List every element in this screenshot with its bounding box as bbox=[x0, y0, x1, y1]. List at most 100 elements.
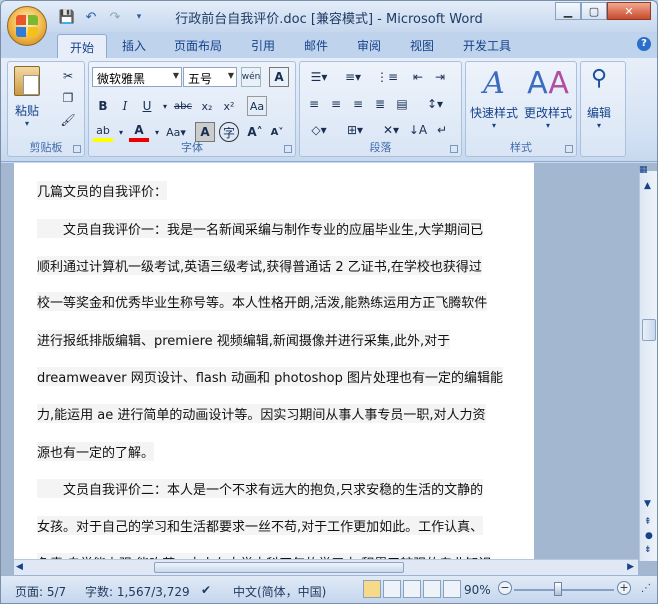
word-count[interactable]: 字数: 1,567/3,729 bbox=[85, 583, 190, 600]
paste-label: 粘贴 bbox=[14, 104, 39, 118]
tab-references[interactable]: 引用 bbox=[251, 37, 275, 54]
chevron-down-icon: ▼ bbox=[172, 71, 179, 80]
paste-icon bbox=[14, 66, 40, 96]
shading-icon[interactable]: ◇▾ bbox=[304, 120, 334, 140]
numbering-icon[interactable]: ≡▾ bbox=[338, 67, 368, 87]
font-name-combo[interactable]: 微软雅黑 ▼ bbox=[92, 67, 182, 87]
cut-icon[interactable]: ✂ bbox=[58, 66, 78, 86]
doc-line: 文员自我评价一：我是一名新闻采编与制作专业的应届毕业生,大学期间已 bbox=[37, 219, 484, 238]
styles-launcher-icon[interactable] bbox=[565, 145, 573, 153]
font-size-combo[interactable]: 五号 ▼ bbox=[183, 67, 237, 87]
styles-group-label: 样式 bbox=[510, 141, 532, 154]
proofing-icon[interactable]: ✔ bbox=[201, 583, 211, 597]
change-styles-label: 更改样式 bbox=[524, 106, 573, 120]
office-button[interactable] bbox=[7, 6, 47, 46]
wen-icon[interactable]: wén bbox=[241, 67, 261, 87]
tab-view[interactable]: 视图 bbox=[410, 37, 434, 54]
multilevel-list-icon[interactable]: ⋮≡ bbox=[372, 67, 402, 87]
clipboard-launcher-icon[interactable] bbox=[73, 145, 81, 153]
tab-home[interactable]: 开始 bbox=[57, 34, 108, 58]
clipboard-group: 粘贴 ▾ ✂ ❐ 🖌 剪贴板 bbox=[7, 61, 85, 157]
editing-label: 编辑 bbox=[587, 106, 612, 120]
zoom-level[interactable]: 90% bbox=[464, 583, 491, 597]
tab-developer[interactable]: 开发工具 bbox=[463, 37, 511, 54]
decrease-indent-icon[interactable]: ⇤ bbox=[408, 67, 428, 87]
font-name-value: 微软雅黑 bbox=[97, 72, 146, 86]
print-layout-icon[interactable] bbox=[363, 580, 381, 598]
quick-styles-button[interactable]: A 快速样式 ▾ bbox=[470, 66, 518, 130]
chevron-down-icon[interactable]: ▾ bbox=[155, 96, 175, 116]
scroll-thumb[interactable] bbox=[642, 319, 656, 341]
align-center-icon[interactable]: ≡ bbox=[326, 94, 346, 114]
language-indicator[interactable]: 中文(简体，中国) bbox=[233, 583, 326, 600]
previous-page-icon[interactable]: ⇞ bbox=[644, 517, 652, 527]
underline-icon[interactable]: U bbox=[137, 96, 157, 116]
editing-button[interactable]: ⚲ 编辑 ▾ bbox=[587, 66, 611, 130]
paste-dropdown-icon: ▾ bbox=[24, 119, 29, 128]
ribbon: 粘贴 ▾ ✂ ❐ 🖌 剪贴板 微软雅黑 ▼ 五号 ▼ wén A B I U ▾ a… bbox=[1, 58, 657, 162]
doc-line: 力,能运用 ae 进行简单的动画设计等。因实习期间从事人事专员一职,对人力资 bbox=[37, 404, 486, 423]
status-bar: 页面: 5/7 字数: 1,567/3,729 ✔ 中文(简体，中国) 90% … bbox=[1, 575, 657, 603]
help-icon[interactable]: ? bbox=[637, 37, 651, 51]
zoom-slider-knob[interactable] bbox=[554, 582, 562, 596]
superscript-icon[interactable]: x² bbox=[219, 96, 239, 116]
chevron-down-icon: ▾ bbox=[546, 121, 551, 130]
strikethrough-icon[interactable]: abc bbox=[173, 96, 193, 116]
zoom-in-icon[interactable]: + bbox=[617, 581, 631, 595]
tab-review[interactable]: 审阅 bbox=[357, 37, 381, 54]
scroll-right-icon[interactable]: ▶ bbox=[627, 562, 634, 572]
zoom-out-icon[interactable]: − bbox=[498, 581, 512, 595]
document-page[interactable]: 几篇文员的自我评价： 文员自我评价一：我是一名新闻采编与制作专业的应届毕业生,大… bbox=[14, 163, 534, 561]
doc-line: 文员自我评价二：本人是一个不求有远大的抱负,只求安稳的生活的文静的 bbox=[37, 479, 484, 498]
font-launcher-icon[interactable] bbox=[284, 145, 292, 153]
line-spacing-icon[interactable]: ↕▾ bbox=[420, 94, 450, 114]
hscroll-thumb[interactable] bbox=[154, 562, 404, 573]
align-left-icon[interactable]: ≡ bbox=[304, 94, 324, 114]
format-painter-icon[interactable]: 🖌 bbox=[58, 110, 78, 130]
ruler-toggle-icon[interactable]: ▦ bbox=[639, 165, 657, 175]
tab-page-layout[interactable]: 页面布局 bbox=[174, 37, 222, 54]
close-button[interactable]: ✕ bbox=[607, 2, 651, 20]
scroll-left-icon[interactable]: ◀ bbox=[16, 562, 23, 572]
minimize-button[interactable]: ▁ bbox=[555, 2, 581, 20]
maximize-button[interactable]: ▢ bbox=[581, 2, 607, 20]
change-styles-button[interactable]: AA 更改样式 ▾ bbox=[524, 66, 572, 130]
resize-grip-icon[interactable]: ⋰ bbox=[641, 583, 651, 594]
outline-view-icon[interactable] bbox=[423, 580, 441, 598]
scroll-down-icon[interactable]: ▼ bbox=[644, 499, 651, 509]
tab-insert[interactable]: 插入 bbox=[122, 37, 146, 54]
subscript-icon[interactable]: x₂ bbox=[197, 96, 217, 116]
copy-icon[interactable]: ❐ bbox=[58, 88, 78, 108]
bullets-icon[interactable]: ☰▾ bbox=[304, 67, 334, 87]
next-page-icon[interactable]: ⇟ bbox=[644, 545, 652, 555]
doc-line: 进行报纸排版编辑、premiere 视频编辑,新闻摄像并进行采集,此外,对于 bbox=[37, 330, 451, 349]
show-marks-icon[interactable]: ↵ bbox=[432, 120, 452, 140]
web-layout-icon[interactable] bbox=[403, 580, 421, 598]
paragraph-launcher-icon[interactable] bbox=[450, 145, 458, 153]
font-group-label: 字体 bbox=[181, 141, 203, 154]
paste-button[interactable]: 粘贴 ▾ bbox=[14, 66, 40, 128]
horizontal-scrollbar[interactable]: ◀ ▶ bbox=[14, 559, 638, 575]
doc-line: dreamweaver 网页设计、flash 动画和 photoshop 图片处… bbox=[37, 367, 503, 386]
page-indicator[interactable]: 页面: 5/7 bbox=[15, 583, 66, 600]
distributed-icon[interactable]: ▤ bbox=[392, 94, 412, 114]
chinese-layout-icon[interactable]: ✕▾ bbox=[376, 120, 406, 140]
draft-view-icon[interactable] bbox=[443, 580, 461, 598]
sort-icon[interactable]: ↓A bbox=[408, 120, 428, 140]
full-screen-reading-icon[interactable] bbox=[383, 580, 401, 598]
browse-object-icon[interactable]: ● bbox=[645, 531, 653, 541]
tab-mailings[interactable]: 邮件 bbox=[304, 37, 328, 54]
char-border-icon[interactable]: A bbox=[269, 67, 289, 87]
font-group: 微软雅黑 ▼ 五号 ▼ wén A B I U ▾ abc x₂ x² Aa ab … bbox=[88, 61, 296, 157]
clear-format-icon[interactable]: Aa bbox=[247, 96, 267, 116]
bold-icon[interactable]: B bbox=[93, 96, 113, 116]
justify-icon[interactable]: ≣ bbox=[370, 94, 390, 114]
borders-icon[interactable]: ⊞▾ bbox=[340, 120, 370, 140]
vertical-scrollbar[interactable]: ▦ ▲ ▼ ⇞ ● ⇟ bbox=[639, 165, 657, 561]
italic-icon[interactable]: I bbox=[115, 96, 135, 116]
zoom-slider-track[interactable] bbox=[514, 589, 614, 591]
doc-line: 女孩。对于自己的学习和生活都要求一丝不苟,对于工作更加如此。工作认真、 bbox=[37, 516, 484, 535]
scroll-up-icon[interactable]: ▲ bbox=[644, 181, 651, 191]
increase-indent-icon[interactable]: ⇥ bbox=[430, 67, 450, 87]
align-right-icon[interactable]: ≡ bbox=[348, 94, 368, 114]
